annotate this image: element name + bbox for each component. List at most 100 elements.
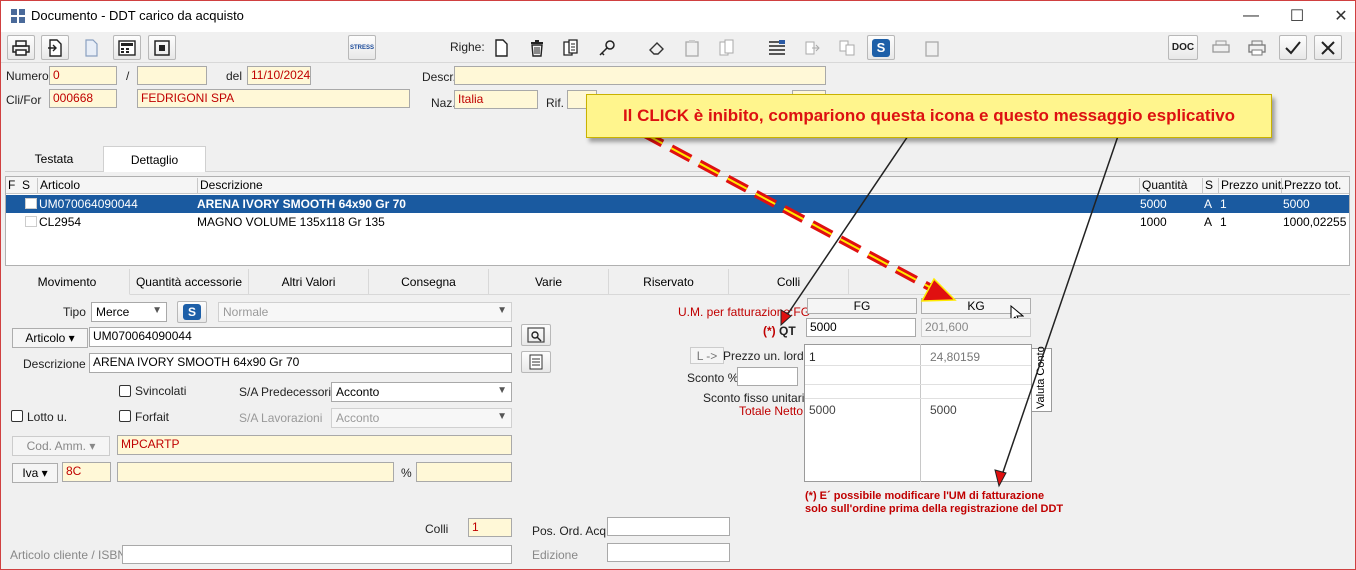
list-button[interactable] <box>763 35 791 60</box>
forfait-label: Forfait <box>135 410 170 424</box>
table-row[interactable]: UM070064090044 ARENA IVORY SMOOTH 64x90 … <box>6 195 1349 213</box>
attach-disabled-button[interactable] <box>918 35 946 60</box>
naz-field[interactable]: Italia <box>454 90 538 109</box>
sa-lavorazioni-select[interactable]: Acconto ▼ <box>331 408 512 428</box>
col-quantita[interactable]: Quantità <box>1139 178 1187 193</box>
prezzo-kg-value[interactable]: 24,80159 <box>930 350 980 364</box>
window-title: Documento - DDT carico da acquisto <box>31 8 244 23</box>
stop-button[interactable] <box>148 35 176 60</box>
tab-colli[interactable]: Colli <box>729 269 849 295</box>
edizione-field[interactable] <box>607 543 730 562</box>
eraser-icon <box>649 41 664 55</box>
iva-code-field[interactable]: 8C <box>62 462 111 482</box>
articolo-cliente-field[interactable] <box>122 545 512 564</box>
blank-document-button[interactable] <box>77 35 105 60</box>
col-s[interactable]: S <box>20 178 30 193</box>
col-articolo[interactable]: Articolo <box>37 178 80 193</box>
search-key-button[interactable] <box>593 35 621 60</box>
iva-dropdown-button[interactable]: Iva ▾ <box>12 463 58 483</box>
tab-testata[interactable]: Testata <box>5 146 103 172</box>
numero-suffix-field[interactable] <box>137 66 207 85</box>
qt-fg-field[interactable]: 5000 <box>806 318 916 337</box>
tab-varie[interactable]: Varie <box>489 269 609 295</box>
iva-desc-field[interactable] <box>117 462 394 482</box>
merge-icon <box>839 40 855 55</box>
qt-kg-field[interactable]: 201,600 <box>921 318 1031 337</box>
sconto-field[interactable] <box>737 367 798 386</box>
print-button[interactable] <box>7 35 35 60</box>
sa-predecessori-label: S/A Predecessori <box>239 385 332 399</box>
articolo-field[interactable]: UM070064090044 <box>89 327 512 347</box>
minimize-button[interactable]: — <box>1228 2 1274 30</box>
merge-disabled-button[interactable] <box>833 35 861 60</box>
clifor-code-field[interactable]: 000668 <box>49 89 117 108</box>
normale-select[interactable]: Normale ▼ <box>218 302 512 322</box>
row-checkbox[interactable] <box>25 198 37 209</box>
s-button[interactable]: S <box>867 35 895 60</box>
valuta-conto-tab[interactable]: Valuta Conto <box>1032 346 1052 412</box>
maximize-button[interactable]: ☐ <box>1274 2 1320 30</box>
chevron-down-icon: ▼ <box>497 385 507 396</box>
cod-amm-field[interactable]: MPCARTP <box>117 435 512 455</box>
close-window-button[interactable]: ✕ <box>1318 2 1356 30</box>
descr-field[interactable] <box>454 66 826 85</box>
cancel-button[interactable] <box>1314 35 1342 60</box>
tab-movimento[interactable]: Movimento <box>5 269 130 295</box>
transfer-icon <box>805 41 820 54</box>
tab-dettaglio[interactable]: Dettaglio <box>103 146 206 172</box>
duplicate-disabled-button[interactable] <box>713 35 741 60</box>
sa-predecessori-select[interactable]: Acconto ▼ <box>331 382 512 402</box>
table-row[interactable]: CL2954 MAGNO VOLUME 135x118 Gr 135 1000 … <box>6 213 1349 231</box>
prezzo-fg-value[interactable]: 1 <box>809 350 816 364</box>
col-s2[interactable]: S <box>1202 178 1213 193</box>
date-field[interactable]: 11/10/2024 <box>247 66 311 85</box>
lotto-checkbox[interactable] <box>11 410 23 422</box>
slash-label: / <box>126 69 130 83</box>
tipo-value: Merce <box>96 305 130 319</box>
clifor-name-field[interactable]: FEDRIGONI SPA <box>137 89 410 108</box>
copy-row-button[interactable] <box>557 35 585 60</box>
col-descrizione[interactable]: Descrizione <box>197 178 263 193</box>
lotto-label: Lotto u. <box>27 410 68 424</box>
tipo-label: Tipo <box>63 305 86 319</box>
forfait-checkbox[interactable] <box>119 410 131 422</box>
calculator-button[interactable] <box>113 35 141 60</box>
articolo-search-button[interactable] <box>521 324 551 346</box>
totale-netto-label: Totale Netto <box>739 404 804 418</box>
prezzo-arrow-button[interactable]: L -> <box>690 347 724 364</box>
percent-field[interactable] <box>416 462 512 482</box>
col-prezzo-unit[interactable]: Prezzo unit. <box>1218 178 1284 193</box>
s-type-button[interactable]: S <box>177 301 207 323</box>
colli-field[interactable]: 1 <box>468 518 512 537</box>
doc-button[interactable]: DOC <box>1168 35 1198 60</box>
descrizione-field[interactable]: ARENA IVORY SMOOTH 64x90 Gr 70 <box>89 353 512 373</box>
col-prezzo-tot[interactable]: Prezzo tot. <box>1281 178 1341 193</box>
pos-ord-field[interactable] <box>607 517 730 536</box>
tab-altri-valori[interactable]: Altri Valori <box>249 269 369 295</box>
paste-disabled-button[interactable] <box>678 35 706 60</box>
tab-consegna[interactable]: Consegna <box>369 269 489 295</box>
new-row-button[interactable] <box>487 35 515 60</box>
numero-field[interactable]: 0 <box>49 66 117 85</box>
pos-ord-label: Pos. Ord. Acq. <box>532 524 610 538</box>
transfer-disabled-button[interactable] <box>798 35 826 60</box>
stress-button[interactable]: STRESS <box>348 35 376 60</box>
print-preview-disabled-button[interactable] <box>1207 35 1235 60</box>
articolo-dropdown-button[interactable]: Articolo ▾ <box>12 328 88 348</box>
calculator-icon <box>118 39 136 56</box>
eraser-button[interactable] <box>643 35 671 60</box>
tab-quantita-accessorie[interactable]: Quantità accessorie <box>130 269 249 295</box>
svincolati-checkbox[interactable] <box>119 385 131 397</box>
naz-label: Naz. <box>431 96 456 110</box>
confirm-button[interactable] <box>1279 35 1307 60</box>
print-disabled-button[interactable] <box>1243 35 1271 60</box>
cod-amm-dropdown-button[interactable]: Cod. Amm. ▾ <box>12 436 110 456</box>
col-f[interactable]: F <box>6 178 15 193</box>
row-checkbox[interactable] <box>25 216 37 227</box>
delete-row-button[interactable] <box>523 35 551 60</box>
tab-riservato[interactable]: Riservato <box>609 269 729 295</box>
tipo-select[interactable]: Merce ▼ <box>91 302 167 322</box>
descrizione-notes-button[interactable] <box>521 351 551 373</box>
qt-text: QT <box>779 324 796 338</box>
import-button[interactable] <box>41 35 69 60</box>
